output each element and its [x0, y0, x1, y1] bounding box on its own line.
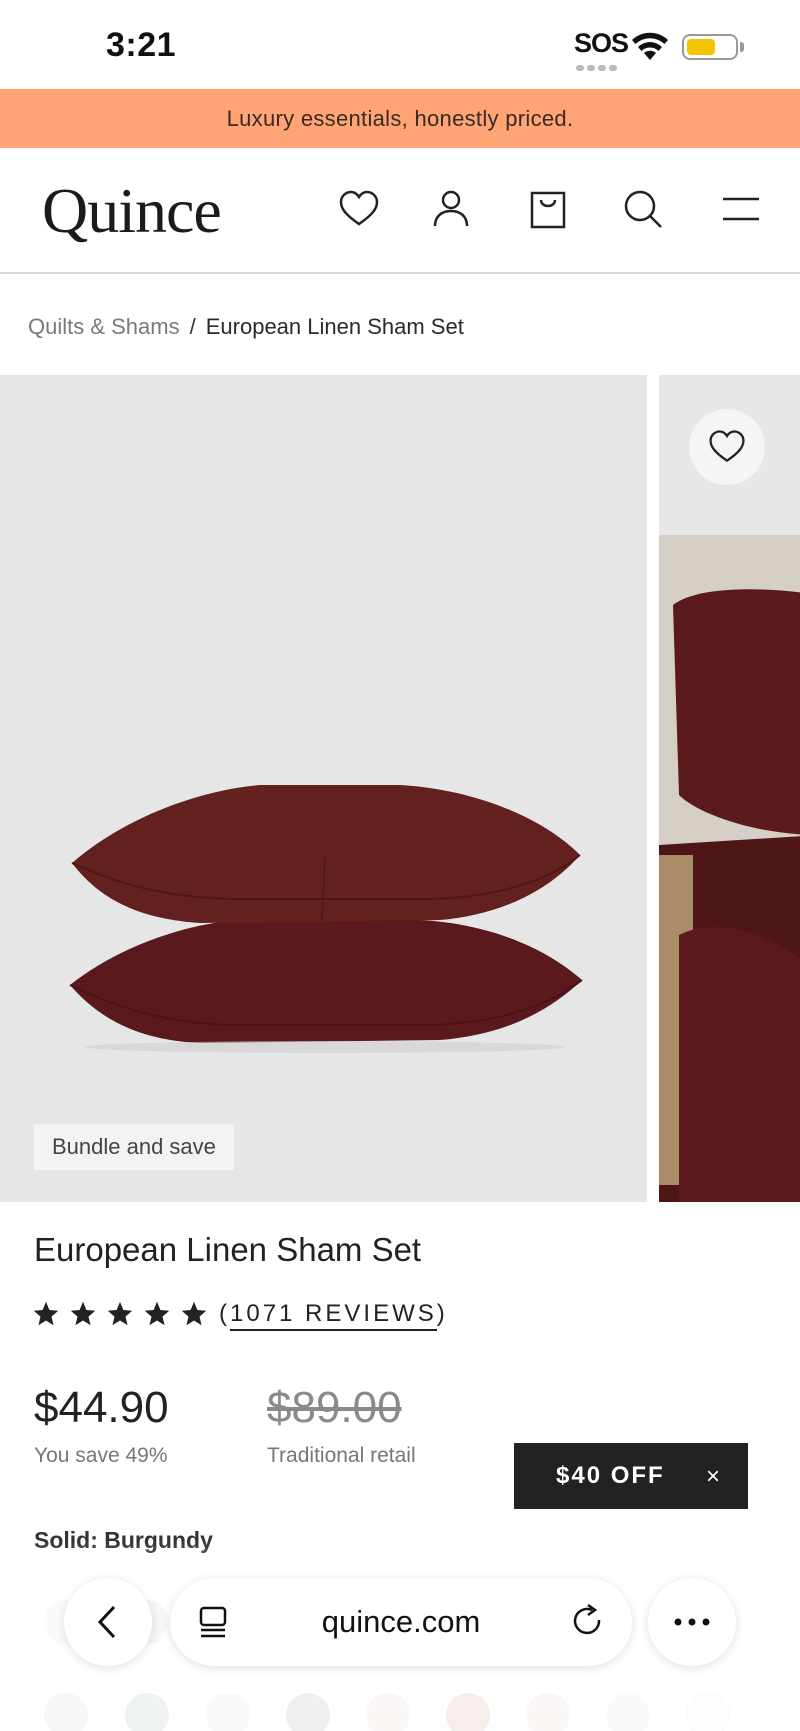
reviews-count-label[interactable]: 1071 REVIEWS [230, 1300, 437, 1331]
back-button[interactable] [64, 1578, 152, 1666]
reviews-paren-close: ) [436, 1300, 448, 1327]
address-bar[interactable]: quince.com [170, 1578, 632, 1666]
quince-logo[interactable]: Quince [42, 174, 222, 248]
retail-price: $89.00 [267, 1383, 402, 1432]
status-time: 3:21 [106, 26, 177, 64]
product-title: European Linen Sham Set [34, 1231, 422, 1268]
back-icon [97, 1605, 116, 1639]
status-bar: 3:21 SOS [0, 0, 800, 89]
breadcrumb-current: European Linen Sham Set [205, 314, 464, 339]
star-icon [144, 1301, 170, 1326]
reviews-paren-open: ( [219, 1300, 230, 1327]
close-icon[interactable]: × [706, 1463, 722, 1491]
sos-indicator: SOS [574, 28, 629, 58]
discount-chip[interactable]: $40 OFF × [514, 1443, 748, 1509]
promo-banner[interactable]: Luxury essentials, honestly priced. [0, 89, 800, 148]
discount-chip-label[interactable]: $40 OFF [556, 1462, 665, 1490]
wifi-icon [630, 30, 670, 62]
breadcrumb-separator: / [189, 314, 196, 339]
rating-row: (1071 REVIEWS) [32, 1300, 448, 1331]
battery-icon [682, 34, 738, 60]
product-image-bed[interactable] [659, 375, 800, 1202]
reload-icon[interactable] [566, 1600, 610, 1644]
tabs-icon[interactable] [192, 1600, 236, 1644]
heart-icon [709, 430, 745, 463]
account-icon[interactable] [428, 186, 474, 232]
signal-dots [576, 58, 620, 71]
reviews-link[interactable]: (1071 REVIEWS) [219, 1300, 448, 1331]
url-text[interactable]: quince.com [170, 1578, 632, 1666]
bag-icon[interactable] [525, 186, 571, 232]
star-icon [33, 1301, 59, 1326]
bundle-badge: Bundle and save [34, 1124, 234, 1170]
breadcrumb-parent-link[interactable]: Quilts & Shams [28, 314, 180, 340]
site-header: Quince [0, 148, 800, 274]
star-icon [107, 1301, 133, 1326]
menu-icon[interactable] [718, 186, 764, 232]
product-image-pillows[interactable] [0, 375, 647, 1202]
star-icon [70, 1301, 96, 1326]
more-icon [674, 1618, 710, 1626]
sale-price: $44.90 [34, 1383, 169, 1432]
search-icon[interactable] [620, 186, 666, 232]
wishlist-button[interactable] [689, 409, 765, 485]
product-gallery[interactable]: Bundle and save [0, 375, 800, 1202]
breadcrumb: Quilts & Shams / European Linen Sham Set [28, 314, 464, 340]
star-icon [181, 1301, 207, 1326]
retail-label: Traditional retail [267, 1444, 416, 1467]
more-button[interactable] [648, 1578, 736, 1666]
savings-text: You save 49% [34, 1444, 168, 1467]
heart-icon[interactable] [336, 186, 382, 232]
